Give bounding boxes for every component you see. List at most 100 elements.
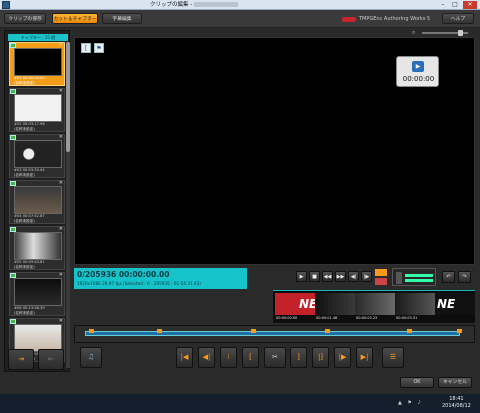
remove-chapter-icon[interactable]: ✕ (59, 135, 63, 140)
chapter-item[interactable]: ✕ #01 00:00:00.00 (名称未設定) (9, 42, 65, 86)
chapter-name: (名称未設定) (14, 311, 35, 315)
film-timecode: 00:00:00.00 (276, 316, 298, 320)
chapter-thumbnail (14, 232, 62, 260)
next-cut-button[interactable]: |▶ (334, 347, 351, 368)
frame-forward-button[interactable]: |▶ (361, 271, 372, 282)
film-frame: NE (435, 293, 475, 315)
chapter-count-header: チャプター : 15 個 (8, 34, 68, 41)
remove-chapter-icon[interactable]: ✕ (59, 227, 63, 232)
chapter-thumbnail (14, 48, 62, 76)
chapter-badge-icon (10, 273, 16, 278)
app-icon (2, 1, 10, 9)
remove-chapter-button[interactable]: ⇤ (38, 349, 64, 370)
chapter-name: (名称未設定) (14, 265, 35, 269)
video-preview[interactable]: [ ⚑ ▶ 00:00:00 (74, 37, 475, 265)
windows-taskbar: ▲ ⚑ ♪ 18:41 2014/08/12 (0, 394, 480, 413)
chapter-item[interactable]: ✕ #05 00:09:43.81 (名称未設定) (9, 226, 65, 270)
film-frame (395, 293, 435, 315)
audio-level-meter (392, 268, 436, 286)
maximize-button[interactable]: □ (450, 1, 460, 9)
chapter-thumbnail (14, 94, 62, 122)
chapter-timecode: #01 00:00:00.00 (14, 76, 45, 80)
chapter-marker[interactable] (457, 329, 462, 333)
remove-chapter-icon[interactable]: ✕ (59, 89, 63, 94)
frame-info-bar: 0/205936 00:00:00.00 1920x1080 29.97 fps… (74, 268, 247, 289)
cut-end-button[interactable]: ▶| (356, 347, 373, 368)
top-tab-row: クリップの保存 カット＆チャプター 字幕編集 TMPGEnc Authoring… (0, 10, 480, 28)
clip-editor-window: クリップの編集 - – □ ✕ クリップの保存 カット＆チャプター 字幕編集 T… (0, 0, 480, 413)
preview-timecode: 00:00:00 (402, 75, 435, 83)
brand-logo: TMPGEnc Authoring Works 5 (342, 15, 430, 23)
transport-controls: ▶ ■ ◀◀ ▶▶ ◀| |▶ (296, 271, 372, 282)
remove-chapter-icon[interactable]: ✕ (59, 43, 63, 48)
chapter-item[interactable]: ✕ #03 00:03:50.04 (名称未設定) (9, 134, 65, 178)
film-timecode: 00:00:01.46 (316, 316, 338, 320)
chapter-marker[interactable] (325, 329, 330, 333)
tab-cut-chapter[interactable]: カット＆チャプター (52, 13, 98, 24)
filmstrip[interactable]: NE NE 00:00:00.00 00:00:01.46 00:00:03.2… (273, 290, 475, 323)
remove-chapter-icon[interactable]: ✕ (59, 319, 63, 324)
chapter-marker[interactable] (157, 329, 162, 333)
chapter-badge-icon (10, 43, 16, 48)
chapter-item[interactable]: ✕ #02 00:03:17.96 (名称未設定) (9, 88, 65, 132)
timeline[interactable] (74, 325, 475, 343)
close-window-button[interactable]: ✕ (463, 1, 477, 9)
title-bar: クリップの編集 - – □ ✕ (0, 0, 480, 10)
set-in-button[interactable]: [ (242, 347, 259, 368)
tab-clip-save[interactable]: クリップの保存 (4, 13, 46, 24)
film-timecode: 00:00:03.51 (396, 316, 418, 320)
remove-chapter-icon[interactable]: ✕ (59, 181, 63, 186)
play-indicator-icon: ▶ (412, 61, 424, 72)
cut-start-button[interactable]: |◀ (176, 347, 193, 368)
chapter-thumbnail (14, 278, 62, 306)
ok-button[interactable]: OK (400, 377, 434, 388)
previous-chapter-button[interactable]: ◀◀ (322, 271, 333, 282)
chapter-item[interactable]: ✕ #06 00:13:58.39 (名称未設定) (9, 272, 65, 316)
tab-subtitle-edit[interactable]: 字幕編集 (102, 13, 142, 24)
mark-in-icon[interactable]: [ (81, 43, 91, 53)
chapter-scrollbar[interactable] (66, 42, 70, 368)
chapter-marker[interactable] (407, 329, 412, 333)
chapter-timecode: #02 00:03:17.96 (14, 122, 45, 126)
system-tray-icons[interactable]: ▲ ⚑ ♪ (398, 400, 423, 406)
minimize-button[interactable]: – (438, 1, 448, 9)
zoom-slider[interactable]: ⌕ (410, 30, 474, 36)
frame-back-button[interactable]: ◀| (348, 271, 359, 282)
zoom-knob[interactable] (458, 30, 463, 36)
chapter-marker[interactable] (251, 329, 256, 333)
play-button[interactable]: ▶ (296, 271, 307, 282)
chapter-item[interactable]: ✕ #04 00:07:42.87 (名称未設定) (9, 180, 65, 224)
cut-marker-button[interactable]: ⁝ (220, 347, 237, 368)
film-frame (315, 293, 355, 315)
set-out-button[interactable]: ] (290, 347, 307, 368)
chapter-name: (名称未設定) (14, 219, 35, 223)
timeline-bar[interactable] (85, 331, 460, 336)
help-button[interactable]: ヘルプ (442, 13, 474, 24)
marker-indicator (374, 268, 388, 286)
chapter-badge-icon (10, 89, 16, 94)
cancel-button[interactable]: キャンセル (438, 377, 472, 388)
chapter-timecode: #05 00:09:43.81 (14, 260, 45, 264)
brand-icon (342, 16, 356, 22)
add-chapter-button[interactable]: ⇥ (8, 349, 34, 370)
cut-end-marker-button[interactable]: |] (312, 347, 329, 368)
redo-button[interactable]: ↷ (458, 271, 471, 283)
chapter-marker[interactable] (89, 329, 94, 333)
stop-button[interactable]: ■ (309, 271, 320, 282)
audio-waveform-button[interactable]: ♫ (80, 347, 102, 368)
cut-button[interactable]: ✂ (264, 347, 286, 368)
next-chapter-button[interactable]: ▶▶ (335, 271, 346, 282)
edit-toolbar: ♫ |◀ ◀| ⁝ [ ✂ ] |] |▶ ▶| ☰ (74, 344, 475, 374)
film-frame (355, 293, 395, 315)
flag-icon[interactable]: ⚑ (94, 43, 104, 53)
preview-timecode-box: ▶ 00:00:00 (396, 56, 439, 87)
chapter-name: (名称未設定) (14, 173, 35, 177)
undo-button[interactable]: ↶ (442, 271, 455, 283)
taskbar-date: 2014/08/12 (442, 403, 471, 409)
previous-cut-button[interactable]: ◀| (198, 347, 215, 368)
cut-list-button[interactable]: ☰ (382, 347, 404, 368)
chapter-timecode: #03 00:03:50.04 (14, 168, 45, 172)
scrollbar-thumb[interactable] (66, 42, 70, 152)
remove-chapter-icon[interactable]: ✕ (59, 273, 63, 278)
taskbar-clock[interactable]: 18:41 2014/08/12 (442, 396, 471, 410)
